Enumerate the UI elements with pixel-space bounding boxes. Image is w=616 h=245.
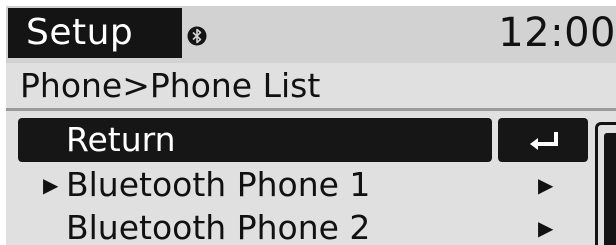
current-item-marker-icon: ▶ <box>43 173 59 197</box>
clock: 12:00 <box>498 10 616 56</box>
return-arrow-icon <box>530 132 558 150</box>
menu-item-return[interactable]: Return <box>18 118 492 162</box>
divider <box>6 108 616 111</box>
chevron-right-icon[interactable]: ▶ <box>538 206 554 245</box>
screen: Setup 12:00 Phone>Phone List Return ▶ Bl… <box>0 0 616 245</box>
menu-item-label: Return <box>66 120 176 159</box>
chevron-right-icon[interactable]: ▶ <box>538 163 554 207</box>
menu-item-bluetooth-phone-1[interactable]: ▶ Bluetooth Phone 1 <box>18 163 492 207</box>
menu-item-label: Bluetooth Phone 2 <box>66 208 371 245</box>
menu-item-label: Bluetooth Phone 1 <box>66 165 371 204</box>
scrollbar[interactable] <box>595 122 616 245</box>
page-title: Setup <box>8 8 182 58</box>
bluetooth-icon <box>187 26 207 46</box>
scrollbar-thumb[interactable] <box>604 133 616 245</box>
breadcrumb: Phone>Phone List <box>20 66 321 105</box>
menu-item-bluetooth-phone-2[interactable]: Bluetooth Phone 2 <box>18 206 492 245</box>
return-button[interactable] <box>498 118 588 162</box>
